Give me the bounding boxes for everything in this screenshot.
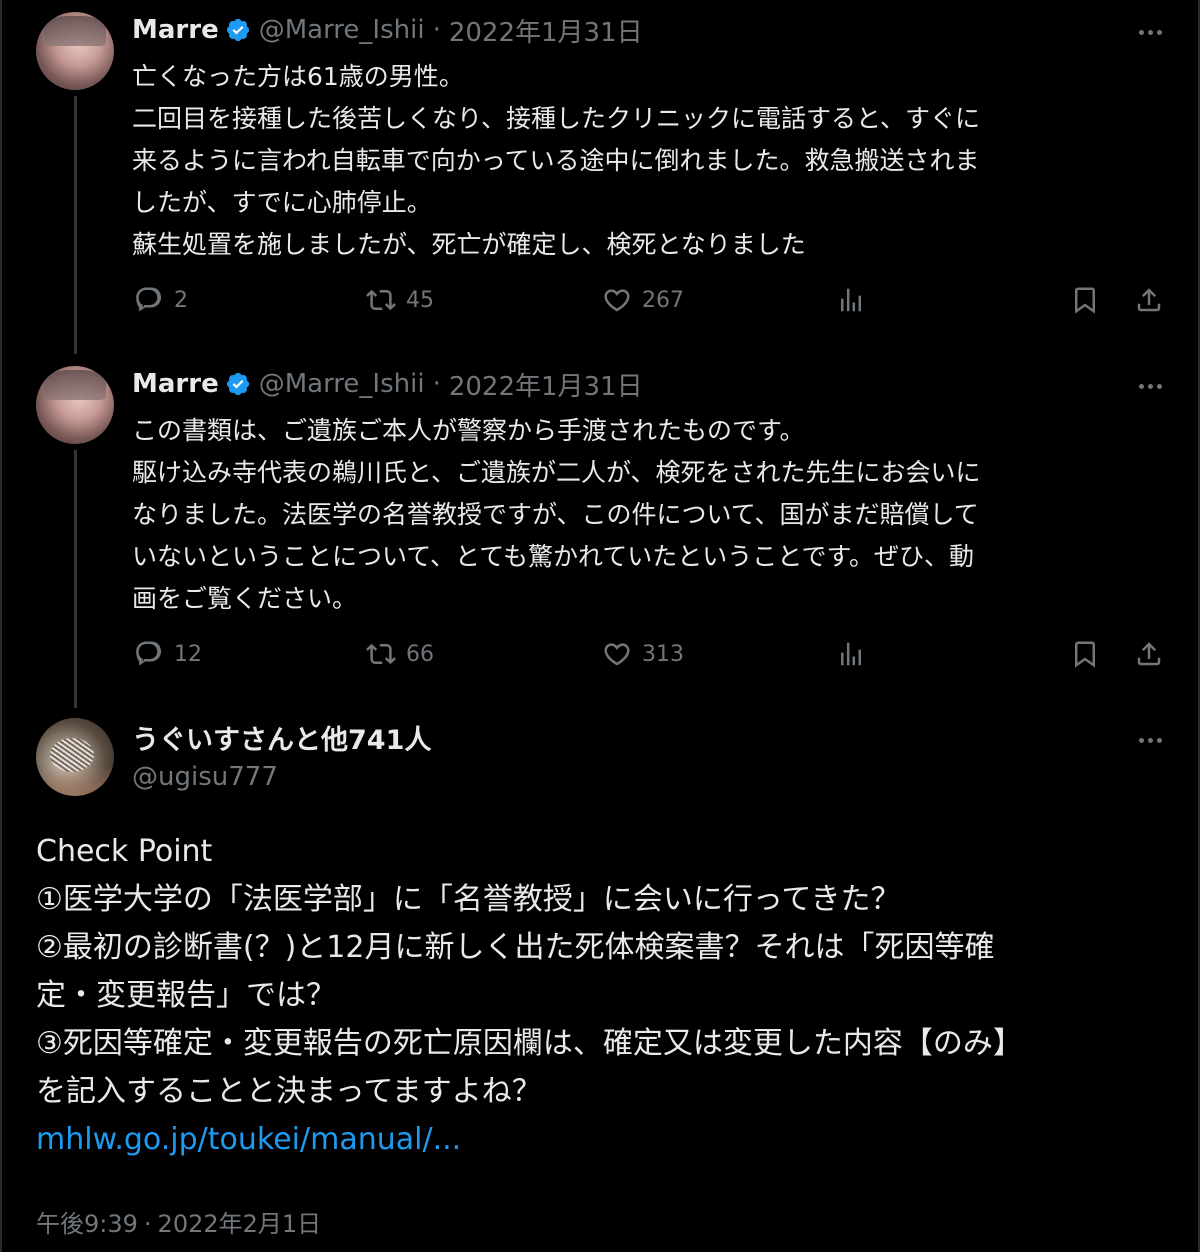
author-handle[interactable]: @Marre_Ishii [259,369,425,399]
text-line: ①医学大学の「法医学部」に「名誉教授」に会いに行ってきた？ [36,882,901,917]
text-line: なりました。法医学の名誉教授ですが、この件について、国がまだ賠償して [132,500,979,529]
bookmark-button[interactable] [1070,634,1100,674]
views-icon [841,288,861,312]
like-icon [604,289,630,312]
text-line: を記入することと決まってますよね？ [36,1074,542,1109]
tweet-text: この書類は、ご遺族ご本人が警察から手渡されたものです。 駆け込み寺代表の鵜川氏と… [132,410,1172,620]
tweet-link[interactable]: mhlw.go.jp/toukei/manual/... [36,1116,1156,1164]
author-name[interactable]: Marre [132,15,219,45]
tweet-header: Marre @Marre_Ishii · 2022年1月31日 [132,366,643,402]
text-line: 二回目を接種した後苦しくなり、接種したクリニックに電話すると、すぐに [132,104,981,133]
like-button[interactable]: 313 [602,634,684,674]
tweet-time: 午後9:39 [36,1210,138,1238]
author-name[interactable]: Marre [132,369,219,399]
retweet-count: 66 [406,641,434,667]
retweet-button[interactable]: 66 [366,634,434,674]
retweet-count: 45 [406,287,434,313]
retweet-button[interactable]: 45 [366,280,434,320]
thread-line [74,96,77,354]
like-button[interactable]: 267 [602,280,684,320]
tweet-header: Marre @Marre_Ishii · 2022年1月31日 [132,12,643,48]
retweet-icon [366,643,396,665]
tweet-timestamp[interactable]: 午後9:39 · 2022年2月1日 [36,1204,321,1239]
verified-badge-icon [225,371,251,397]
tweet-text: 亡くなった方は61歳の男性。 二回目を接種した後苦しくなり、接種したクリニックに… [132,56,1172,266]
text-line: 画をご覧ください。 [132,584,358,613]
like-count: 267 [642,287,684,313]
reply-button[interactable]: 12 [134,634,202,674]
thread-line [74,450,77,708]
text-line: この書類は、ご遺族ご本人が警察から手渡されたものです。 [132,416,805,445]
author-name[interactable]: うぐいすさんと他741人 [132,718,431,757]
reply-icon [136,641,162,666]
separator-dot: · [432,369,441,399]
text-line: 亡くなった方は61歳の男性。 [132,62,464,91]
tweet-text: Check Point ①医学大学の「法医学部」に「名誉教授」に会いに行ってきた… [36,828,1156,1164]
text-line: 来るように言われ自転車で向かっている途中に倒れました。救急搬送されま [132,146,980,175]
action-bar: 12 66 313 [132,634,1172,674]
avatar[interactable] [36,366,114,444]
text-line: いないということについて、とても驚かれていたということです。ぜひ、動 [132,542,975,571]
separator-dot: · [143,1210,152,1238]
text-line: したが、すでに心肺停止。 [132,188,432,217]
views-button[interactable] [836,634,866,674]
separator-dot: · [432,15,441,45]
share-icon [1137,642,1161,666]
views-icon [841,642,861,666]
bookmark-icon [1075,287,1095,314]
share-icon [1137,288,1161,312]
action-bar: 2 45 267 [132,280,1172,320]
more-icon[interactable] [1130,20,1170,44]
like-icon [604,643,630,666]
more-icon[interactable] [1130,728,1170,752]
text-line: ③死因等確定・変更報告の死亡原因欄は、確定又は変更した内容【のみ】 [36,1026,1023,1061]
text-line: ②最初の診断書(？)と12月に新しく出た死体検案書？それは「死因等確 [36,930,995,965]
share-button[interactable] [1134,280,1164,320]
avatar[interactable] [36,12,114,90]
reply-icon [136,287,162,312]
more-icon[interactable] [1130,374,1170,398]
reply-count: 2 [174,287,188,313]
bookmark-icon [1075,641,1095,668]
retweet-icon [366,289,396,311]
text-line: Check Point [36,834,213,869]
reply-count: 12 [174,641,202,667]
tweet-date[interactable]: 2022年1月31日 [449,12,643,49]
reply-button[interactable]: 2 [134,280,188,320]
author-handle[interactable]: @ugisu777 [132,762,278,792]
tweet-date[interactable]: 2022年1月31日 [449,366,643,403]
tweet-date: 2022年2月1日 [157,1210,322,1238]
text-line: 駆け込み寺代表の鵜川氏と、ご遺族が二人が、検死をされた先生にお会いに [132,458,981,487]
bookmark-button[interactable] [1070,280,1100,320]
text-line: 定・変更報告」では？ [36,978,336,1013]
author-handle[interactable]: @Marre_Ishii [259,15,425,45]
avatar[interactable] [36,718,114,796]
text-line: 蘇生処置を施しましたが、死亡が確定し、検死となりました [132,230,806,259]
share-button[interactable] [1134,634,1164,674]
views-button[interactable] [836,280,866,320]
like-count: 313 [642,641,684,667]
verified-badge-icon [225,17,251,43]
